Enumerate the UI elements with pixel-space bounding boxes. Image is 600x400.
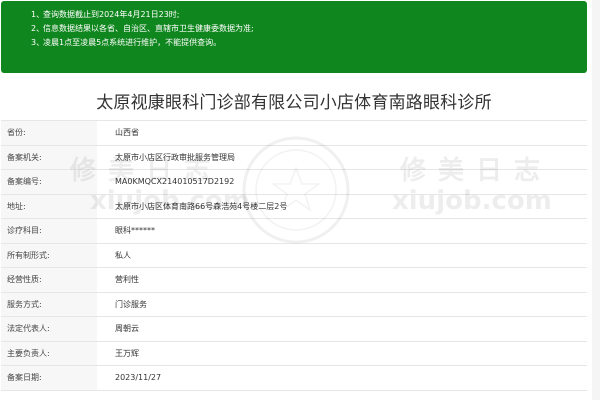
scrollbar[interactable] <box>592 0 600 400</box>
row-label: 地址: <box>1 193 97 219</box>
row-label: 主要负责人: <box>1 340 97 366</box>
notice-line-number: 3、 <box>31 38 45 47</box>
row-value: 私人 <box>97 242 587 268</box>
row-value: 门诊服务 <box>97 291 587 317</box>
row-value: 山西省 <box>97 120 587 146</box>
table-row: 经营性质: 营利性 <box>1 267 587 293</box>
table-row: 省份: 山西省 <box>1 120 587 146</box>
table-row: 诊疗科目: 眼科****** <box>1 218 587 244</box>
row-value: 眼科****** <box>97 218 587 244</box>
row-label: 省份: <box>1 120 97 146</box>
table-row: 主要负责人: 王万辉 <box>1 340 587 366</box>
notice-line-text: 信息数据结果以各省、自治区、直辖市卫生健康委数据为准; <box>43 24 254 33</box>
notice-line: 3、凌晨1点至凌晨5点系统进行维护，不能提供查询。 <box>31 36 587 50</box>
notice-line-number: 2、 <box>31 24 45 33</box>
notice-line-text: 查询数据截止到2024年4月21日23时; <box>43 10 180 19</box>
row-value: 营利性 <box>97 267 587 293</box>
row-label: 诊疗科目: <box>1 218 97 244</box>
notice-line-number: 1、 <box>31 10 45 19</box>
row-label: 所有制形式: <box>1 242 97 268</box>
page: 1、查询数据截止到2024年4月21日23时; 2、信息数据结果以各省、自治区、… <box>0 0 600 400</box>
row-label: 服务方式: <box>1 291 97 317</box>
notice-banner: 1、查询数据截止到2024年4月21日23时; 2、信息数据结果以各省、自治区、… <box>1 1 587 73</box>
watermark-text-en: xiujob.com <box>392 186 552 216</box>
table-row: 服务方式: 门诊服务 <box>1 291 587 317</box>
watermark-text-cn: 修美日志 <box>400 156 553 186</box>
table-row: 法定代表人: 周朝云 <box>1 316 587 342</box>
row-label: 法定代表人: <box>1 316 97 342</box>
watermark-text-en: xiujob.com <box>90 186 250 216</box>
row-label: 备案日期: <box>1 365 97 391</box>
notice-line: 1、查询数据截止到2024年4月21日23时; <box>31 8 587 22</box>
page-title: 太原视康眼科门诊部有限公司小店体育南路眼科诊所 <box>96 93 492 113</box>
table-row: 备案日期: 2023/11/27 <box>1 365 587 391</box>
notice-line: 2、信息数据结果以各省、自治区、直辖市卫生健康委数据为准; <box>31 22 587 36</box>
notice-line-text: 凌晨1点至凌晨5点系统进行维护，不能提供查询。 <box>43 38 222 47</box>
table-row: 所有制形式: 私人 <box>1 242 587 268</box>
row-value: 2023/11/27 <box>97 365 587 391</box>
watermark-text-cn: 修美日志 <box>70 156 223 186</box>
row-value: 王万辉 <box>97 340 587 366</box>
row-value: 周朝云 <box>97 316 587 342</box>
row-label: 经营性质: <box>1 267 97 293</box>
